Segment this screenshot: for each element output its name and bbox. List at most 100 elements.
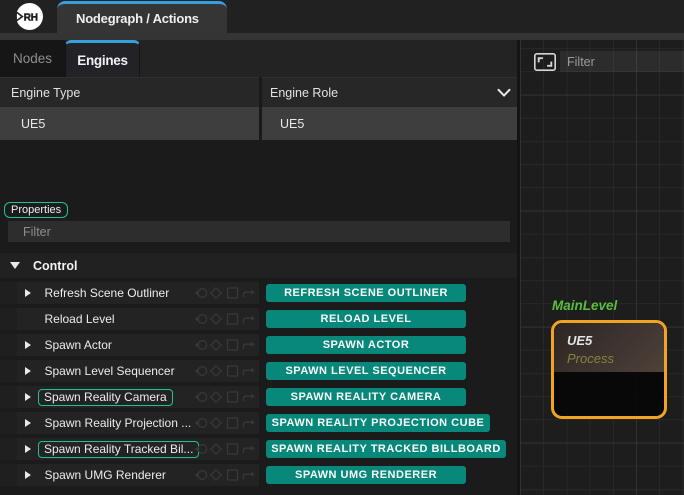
action-button[interactable]: SPAWN ACTOR <box>266 336 466 354</box>
action-name-cell[interactable]: Spawn Reality Projection ... <box>17 412 259 434</box>
action-label: Spawn Reality Camera <box>38 389 173 406</box>
properties-filter-placeholder: Filter <box>23 225 51 239</box>
action-button[interactable]: RELOAD LEVEL <box>266 310 466 328</box>
redo-arrow-icon <box>244 344 253 349</box>
properties-filter-input[interactable]: Filter <box>8 221 510 242</box>
collapse-caret-icon[interactable] <box>10 262 20 269</box>
square-icon <box>228 288 238 298</box>
redo-arrow-icon <box>244 396 253 401</box>
action-row: Refresh Scene Outliner REFRESH SCENE OUT… <box>0 282 517 304</box>
diamond-icon <box>211 288 221 298</box>
property-flag-icons <box>193 286 257 300</box>
diamond-icon <box>211 418 221 428</box>
expand-caret-icon[interactable] <box>25 471 31 479</box>
action-name-cell[interactable]: Reload Level <box>17 308 259 330</box>
action-label: Spawn Reality Tracked Bil... <box>38 441 199 458</box>
column-divider[interactable] <box>259 77 262 140</box>
chevron-down-icon[interactable] <box>497 88 511 98</box>
tab-engines[interactable]: Engines <box>65 40 140 77</box>
redo-arrow-head <box>251 420 255 425</box>
expand-caret-icon[interactable] <box>25 341 31 349</box>
action-name-cell[interactable]: Spawn Actor <box>17 334 259 356</box>
tab-content-band <box>0 33 684 40</box>
row-gutter <box>0 334 18 356</box>
action-button[interactable]: SPAWN LEVEL SEQUENCER <box>266 362 466 380</box>
column-header-engine-role[interactable]: Engine Role <box>270 78 338 107</box>
square-icon <box>228 392 238 402</box>
tab-nodegraph-actions[interactable]: Nodegraph / Actions <box>57 1 227 33</box>
action-label: Spawn Reality Projection ... <box>45 412 192 434</box>
square-icon <box>228 418 238 428</box>
reality-hub-logo-icon[interactable]: RH <box>16 3 43 30</box>
property-flag-icons <box>193 338 257 352</box>
tab-nodegraph-actions-label: Nodegraph / Actions <box>76 11 199 26</box>
action-button[interactable]: SPAWN REALITY PROJECTION CUBE <box>266 414 490 432</box>
ue5-process-node[interactable]: UE5 Process <box>551 320 667 419</box>
action-name-cell[interactable]: Spawn UMG Renderer <box>17 464 259 486</box>
action-button[interactable]: SPAWN REALITY CAMERA <box>266 388 466 406</box>
tab-engines-label: Engines <box>77 53 127 68</box>
tab-nodes[interactable]: Nodes <box>0 40 65 77</box>
redo-arrow-icon <box>244 292 253 297</box>
square-icon <box>228 470 238 480</box>
expand-caret-icon[interactable] <box>25 289 31 297</box>
square-icon <box>228 366 238 376</box>
reality-hub-window: RH Nodegraph / Actions Nodes Engines Eng… <box>0 0 684 495</box>
tab-nodes-label: Nodes <box>13 51 52 66</box>
fit-view-icon[interactable] <box>534 53 556 71</box>
property-flag-icons <box>193 312 257 326</box>
redo-arrow-head <box>251 472 255 477</box>
svg-text:RH: RH <box>24 13 38 24</box>
expand-caret-icon[interactable] <box>25 419 31 427</box>
properties-chip[interactable]: Properties <box>4 202 68 218</box>
action-value-cell: SPAWN REALITY TRACKED BILLBOARD <box>262 438 517 460</box>
redo-arrow-icon <box>244 370 253 375</box>
action-button[interactable]: SPAWN REALITY TRACKED BILLBOARD <box>266 440 506 458</box>
nodegraph-canvas[interactable]: Filter MainLevel UE5 Process <box>520 40 684 495</box>
diamond-icon <box>211 444 221 454</box>
property-flag-icons <box>193 442 257 456</box>
action-name-cell[interactable]: Spawn Reality Tracked Bil... <box>17 438 259 460</box>
tree-group-label: Control <box>33 259 77 273</box>
action-value-cell: SPAWN UMG RENDERER <box>262 464 517 486</box>
action-button[interactable]: REFRESH SCENE OUTLINER <box>266 284 466 302</box>
redo-arrow-head <box>251 446 255 451</box>
square-icon <box>228 340 238 350</box>
nodegraph-filter-input[interactable]: Filter <box>560 51 684 72</box>
column-header-engine-type[interactable]: Engine Type <box>11 78 80 107</box>
diamond-icon <box>211 340 221 350</box>
expand-caret-icon[interactable] <box>25 367 31 375</box>
row-gutter <box>0 360 18 382</box>
property-flag-icons <box>193 468 257 482</box>
action-name-cell[interactable]: Spawn Reality Camera <box>17 386 259 408</box>
actions-panel: Nodes Engines Engine Type Engine Role UE… <box>0 40 517 495</box>
action-row: Spawn Reality Camera SPAWN REALITY CAMER… <box>0 386 517 408</box>
action-label: Spawn Level Sequencer <box>45 360 175 382</box>
action-button[interactable]: SPAWN UMG RENDERER <box>266 466 466 484</box>
action-value-cell: SPAWN LEVEL SEQUENCER <box>262 360 517 382</box>
properties-chip-label: Properties <box>11 204 61 216</box>
expand-caret-icon[interactable] <box>25 393 31 401</box>
redo-arrow-head <box>251 342 255 347</box>
diamond-icon <box>211 392 221 402</box>
diamond-icon <box>211 470 221 480</box>
node-subtitle: Process <box>567 351 614 366</box>
expand-caret-icon[interactable] <box>25 445 31 453</box>
redo-arrow-icon <box>244 318 253 323</box>
redo-arrow-head <box>251 290 255 295</box>
diamond-icon <box>211 314 221 324</box>
action-name-cell[interactable]: Spawn Level Sequencer <box>17 360 259 382</box>
action-row: Spawn Reality Tracked Bil... SPAWN REALI… <box>0 438 517 460</box>
keyframe-icon-circle <box>198 367 207 376</box>
keyframe-icon-circle <box>198 289 207 298</box>
keyframe-icon-circle <box>198 445 207 454</box>
keyframe-icon-circle <box>198 393 207 402</box>
keyframe-icon-circle <box>198 419 207 428</box>
action-label: Spawn Actor <box>45 334 112 356</box>
panel-tabs-row: Nodes Engines <box>0 40 517 77</box>
redo-arrow-head <box>251 368 255 373</box>
action-name-cell[interactable]: Refresh Scene Outliner <box>17 282 259 304</box>
tree-group-control[interactable]: Control <box>0 253 517 278</box>
property-flag-icons <box>193 390 257 404</box>
keyframe-icon-circle <box>198 471 207 480</box>
